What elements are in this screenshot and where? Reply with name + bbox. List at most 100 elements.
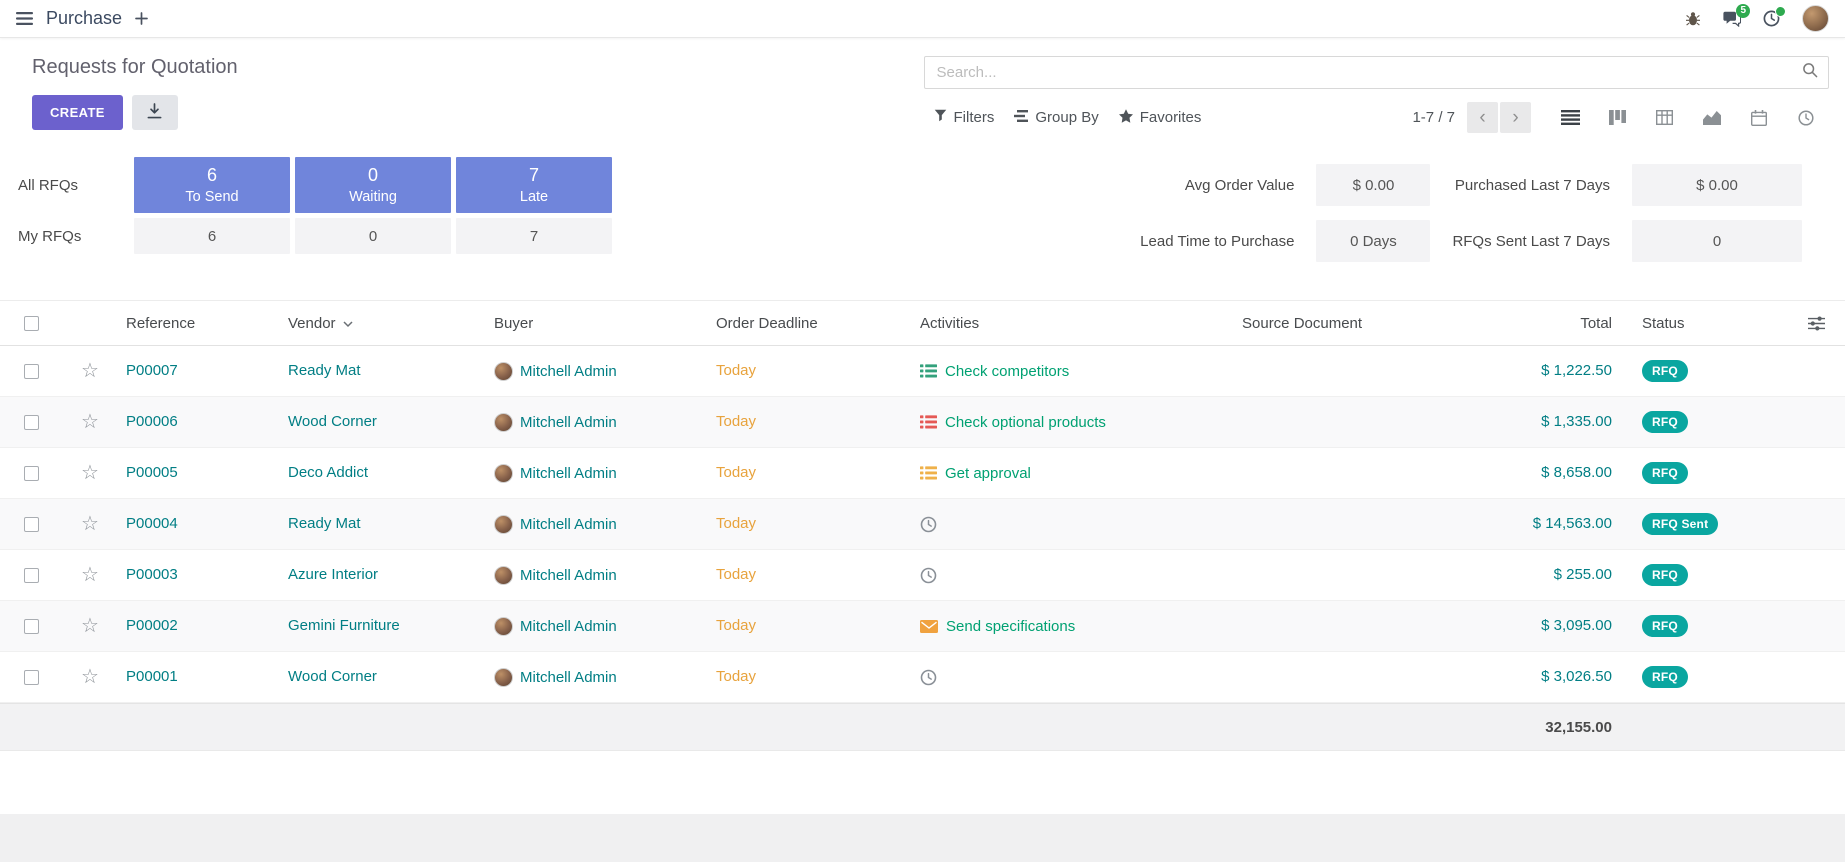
vendor-link[interactable]: Ready Mat: [288, 515, 361, 532]
reference-link[interactable]: P00002: [126, 617, 178, 634]
table-row[interactable]: ☆ P00002 Gemini Furniture Mitchell Admin…: [0, 601, 1845, 652]
vendor-link[interactable]: Wood Corner: [288, 413, 377, 430]
create-button[interactable]: CREATE: [32, 95, 123, 130]
app-name[interactable]: Purchase: [46, 8, 122, 29]
column-header-buyer[interactable]: Buyer: [486, 315, 708, 332]
favorite-star-icon[interactable]: ☆: [81, 667, 99, 687]
table-row[interactable]: ☆ P00005 Deco Addict Mitchell Admin Toda…: [0, 448, 1845, 499]
user-avatar[interactable]: [1802, 5, 1829, 32]
row-checkbox[interactable]: [24, 466, 39, 481]
mail-icon[interactable]: [920, 620, 938, 633]
reference-link[interactable]: P00001: [126, 668, 178, 685]
column-header-total[interactable]: Total: [1474, 315, 1624, 332]
favorite-star-icon[interactable]: ☆: [81, 565, 99, 585]
activities-icon[interactable]: [1763, 10, 1780, 27]
debug-bug-icon[interactable]: [1685, 11, 1701, 27]
vendor-link[interactable]: Ready Mat: [288, 362, 361, 379]
my-late-count[interactable]: 7: [456, 218, 612, 254]
export-button[interactable]: [132, 95, 178, 130]
kpi-to-send-count: 6: [207, 165, 217, 186]
buyer-link[interactable]: Mitchell Admin: [520, 669, 617, 686]
row-total: $ 3,095.00: [1541, 617, 1612, 634]
column-header-status[interactable]: Status: [1624, 315, 1774, 332]
list-view-icon[interactable]: [1547, 102, 1594, 133]
reference-link[interactable]: P00006: [126, 413, 178, 430]
buyer-link[interactable]: Mitchell Admin: [520, 363, 617, 380]
row-checkbox[interactable]: [24, 517, 39, 532]
apps-menu-icon[interactable]: [16, 12, 33, 25]
column-header-vendor[interactable]: Vendor: [280, 315, 486, 332]
kpi-waiting[interactable]: 0 Waiting: [295, 157, 451, 213]
kanban-view-icon[interactable]: [1594, 102, 1641, 133]
row-checkbox[interactable]: [24, 364, 39, 379]
buyer-link[interactable]: Mitchell Admin: [520, 465, 617, 482]
clock-icon[interactable]: [920, 567, 937, 584]
filters-button[interactable]: Filters: [924, 105, 1005, 130]
row-checkbox[interactable]: [24, 415, 39, 430]
table-row[interactable]: ☆ P00007 Ready Mat Mitchell Admin Today …: [0, 346, 1845, 397]
search-box[interactable]: [924, 56, 1830, 89]
vendor-link[interactable]: Azure Interior: [288, 566, 378, 583]
row-checkbox[interactable]: [24, 670, 39, 685]
reference-link[interactable]: P00003: [126, 566, 178, 583]
clock-icon[interactable]: [920, 669, 937, 686]
pivot-view-icon[interactable]: [1641, 102, 1688, 133]
tasks-red-icon[interactable]: [920, 415, 937, 429]
rfq-list: Reference Vendor Buyer Order Deadline Ac…: [0, 300, 1845, 751]
my-waiting-count[interactable]: 0: [295, 218, 451, 254]
activity-label[interactable]: Send specifications: [946, 618, 1075, 635]
buyer-link[interactable]: Mitchell Admin: [520, 618, 617, 635]
messages-icon[interactable]: 5: [1723, 11, 1741, 27]
select-all-checkbox[interactable]: [24, 316, 39, 331]
reference-link[interactable]: P00007: [126, 362, 178, 379]
activity-view-icon[interactable]: [1782, 102, 1829, 133]
row-total: $ 3,026.50: [1541, 668, 1612, 685]
optional-columns-icon[interactable]: [1774, 316, 1845, 331]
buyer-link[interactable]: Mitchell Admin: [520, 516, 617, 533]
graph-view-icon[interactable]: [1688, 102, 1735, 133]
view-switcher: [1547, 102, 1829, 133]
row-checkbox[interactable]: [24, 619, 39, 634]
my-to-send-count[interactable]: 6: [134, 218, 290, 254]
search-input[interactable]: [935, 63, 1803, 82]
favorite-star-icon[interactable]: ☆: [81, 616, 99, 636]
column-header-reference[interactable]: Reference: [118, 315, 280, 332]
buyer-link[interactable]: Mitchell Admin: [520, 414, 617, 431]
pager-next-button[interactable]: ›: [1500, 102, 1531, 133]
search-icon[interactable]: [1802, 62, 1818, 83]
row-checkbox[interactable]: [24, 568, 39, 583]
tasks-teal-icon[interactable]: [920, 364, 937, 378]
reference-link[interactable]: P00004: [126, 515, 178, 532]
kpi-to-send[interactable]: 6 To Send: [134, 157, 290, 213]
activity-label[interactable]: Get approval: [945, 465, 1031, 482]
table-row[interactable]: ☆ P00001 Wood Corner Mitchell Admin Toda…: [0, 652, 1845, 703]
reference-link[interactable]: P00005: [126, 464, 178, 481]
favorite-star-icon[interactable]: ☆: [81, 463, 99, 483]
pager-previous-button[interactable]: ‹: [1467, 102, 1498, 133]
tasks-yellow-icon[interactable]: [920, 466, 937, 480]
activity-label[interactable]: Check competitors: [945, 363, 1069, 380]
favorite-star-icon[interactable]: ☆: [81, 412, 99, 432]
vendor-link[interactable]: Gemini Furniture: [288, 617, 400, 634]
calendar-view-icon[interactable]: [1735, 102, 1782, 133]
group-by-button[interactable]: Group By: [1004, 105, 1108, 130]
table-header-row: Reference Vendor Buyer Order Deadline Ac…: [0, 300, 1845, 346]
table-row[interactable]: ☆ P00004 Ready Mat Mitchell Admin Today …: [0, 499, 1845, 550]
buyer-link[interactable]: Mitchell Admin: [520, 567, 617, 584]
table-row[interactable]: ☆ P00006 Wood Corner Mitchell Admin Toda…: [0, 397, 1845, 448]
kpi-late[interactable]: 7 Late: [456, 157, 612, 213]
table-footer-row: 32,155.00: [0, 703, 1845, 751]
plus-icon[interactable]: [135, 12, 148, 25]
activity-label[interactable]: Check optional products: [945, 414, 1106, 431]
vendor-link[interactable]: Wood Corner: [288, 668, 377, 685]
favorite-star-icon[interactable]: ☆: [81, 361, 99, 381]
column-header-activities[interactable]: Activities: [912, 315, 1234, 332]
table-row[interactable]: ☆ P00003 Azure Interior Mitchell Admin T…: [0, 550, 1845, 601]
favorite-star-icon[interactable]: ☆: [81, 514, 99, 534]
clock-icon[interactable]: [920, 516, 937, 533]
vendor-link[interactable]: Deco Addict: [288, 464, 368, 481]
kpi-to-send-label: To Send: [185, 189, 238, 205]
column-header-source-document[interactable]: Source Document: [1234, 315, 1474, 332]
column-header-order-deadline[interactable]: Order Deadline: [708, 315, 912, 332]
favorites-button[interactable]: Favorites: [1109, 105, 1212, 131]
